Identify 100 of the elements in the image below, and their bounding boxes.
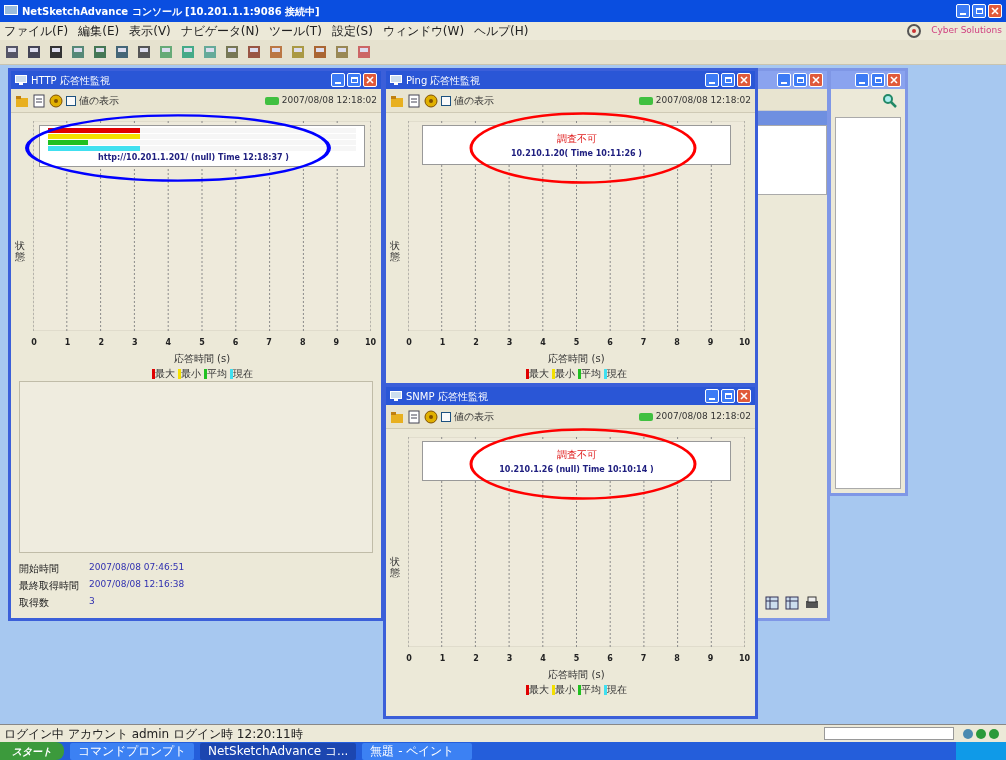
taskbar-item[interactable]: 無題 - ペイント bbox=[362, 742, 473, 760]
legend-caption: 10.210.1.26 (null) Time 10:10:14 ) bbox=[499, 463, 654, 476]
x-tick-label: 3 bbox=[131, 337, 139, 349]
menu-item[interactable]: ナビゲータ(N) bbox=[180, 22, 260, 40]
show-values-checkbox[interactable] bbox=[441, 95, 451, 106]
x-tick-label: 0 bbox=[30, 337, 38, 349]
minimize-button[interactable] bbox=[855, 73, 869, 87]
x-tick-label: 1 bbox=[63, 337, 72, 349]
timestamp: 2007/08/08 12:18:02 bbox=[655, 93, 751, 107]
timestamp: 2007/08/08 12:18:02 bbox=[281, 93, 377, 107]
menu-item[interactable]: ウィンドウ(W) bbox=[382, 22, 465, 40]
legend-caption: http://10.201.1.201/ (null) Time 12:18:37 ) bbox=[97, 152, 290, 164]
y-axis-label: 状態 bbox=[390, 240, 400, 262]
x-tick-label: 3 bbox=[505, 653, 514, 665]
info-value: 2007/08/08 12:16:38 bbox=[89, 578, 186, 591]
close-button[interactable] bbox=[363, 73, 377, 87]
x-tick-label: 5 bbox=[572, 653, 581, 665]
monitor-icon bbox=[390, 75, 402, 85]
grid-icon[interactable] bbox=[765, 596, 779, 610]
gear-icon[interactable] bbox=[424, 409, 438, 424]
window-title: Ping 応答性監視 bbox=[406, 73, 482, 88]
series-label: 最小 bbox=[180, 367, 201, 381]
x-axis-label: 応答時間 (s) bbox=[548, 352, 605, 366]
close-button[interactable] bbox=[809, 73, 823, 87]
app-title: NetSketchAdvance コンソール [10.201.1.1:9086 接続中] bbox=[22, 4, 321, 19]
minimize-button[interactable] bbox=[705, 389, 719, 403]
series-label: 最小 bbox=[555, 367, 575, 381]
x-tick-label: 0 bbox=[405, 653, 413, 665]
x-tick-label: 4 bbox=[164, 337, 173, 349]
document-icon[interactable] bbox=[32, 93, 46, 108]
x-tick-label: 1 bbox=[438, 653, 447, 665]
toolbar-icon[interactable] bbox=[246, 44, 262, 60]
checkbox-label: 値の表示 bbox=[454, 410, 494, 424]
status-text: ログイン中 アカウント admin ログイン時 12:20:11時 bbox=[4, 725, 304, 743]
y-axis-label: 状態 bbox=[390, 556, 400, 578]
series-label: 最大 bbox=[154, 367, 175, 381]
show-values-checkbox[interactable] bbox=[441, 411, 451, 422]
x-tick-label: 6 bbox=[606, 653, 614, 665]
menu-item[interactable]: 設定(S) bbox=[331, 22, 373, 40]
checkbox-label: 値の表示 bbox=[79, 94, 119, 108]
x-tick-label: 5 bbox=[198, 337, 206, 349]
taskbar-item[interactable]: NetSketchAdvance コ... bbox=[200, 742, 357, 760]
gear-icon[interactable] bbox=[49, 93, 63, 108]
show-values-checkbox[interactable] bbox=[66, 95, 76, 106]
toolbar-icon[interactable] bbox=[136, 44, 152, 60]
x-axis-label: 応答時間 (s) bbox=[173, 352, 231, 366]
info-label: 開始時間 bbox=[19, 562, 60, 576]
series-label: 最大 bbox=[529, 683, 549, 697]
search-icon[interactable] bbox=[883, 94, 897, 108]
app-icon bbox=[4, 5, 18, 17]
close-button[interactable] bbox=[887, 73, 901, 87]
minimize-button[interactable] bbox=[705, 73, 719, 87]
minimize-button[interactable] bbox=[956, 4, 970, 18]
x-tick-label: 2 bbox=[97, 337, 105, 349]
status-message: 調査不可 bbox=[556, 131, 597, 146]
maximize-button[interactable] bbox=[347, 73, 361, 87]
document-icon[interactable] bbox=[407, 93, 421, 108]
folder-icon[interactable] bbox=[390, 409, 404, 424]
minimize-button[interactable] bbox=[331, 73, 345, 87]
checkbox-label: 値の表示 bbox=[454, 94, 494, 108]
maximize-button[interactable] bbox=[793, 73, 807, 87]
window-title: SNMP 応答性監視 bbox=[406, 389, 489, 404]
menu-item[interactable]: ツール(T) bbox=[269, 22, 322, 40]
menu-item[interactable]: ファイル(F) bbox=[4, 22, 69, 40]
toolbar-icon[interactable] bbox=[26, 44, 42, 60]
series-label: 最小 bbox=[555, 683, 575, 697]
printer-icon[interactable] bbox=[805, 596, 819, 610]
logo-icon bbox=[907, 24, 922, 38]
series-label: 現在 bbox=[607, 683, 627, 697]
toolbar-icon[interactable] bbox=[114, 44, 130, 60]
menu-item[interactable]: 表示(V) bbox=[129, 22, 171, 40]
maximize-button[interactable] bbox=[972, 4, 986, 18]
close-button[interactable] bbox=[737, 389, 751, 403]
gear-icon[interactable] bbox=[424, 93, 438, 108]
folder-icon[interactable] bbox=[15, 93, 29, 108]
maximize-button[interactable] bbox=[721, 389, 735, 403]
folder-icon[interactable] bbox=[390, 93, 404, 108]
x-tick-label: 3 bbox=[505, 337, 514, 349]
minimize-button[interactable] bbox=[777, 73, 791, 87]
toolbar-icon[interactable] bbox=[4, 44, 20, 60]
info-label: 取得数 bbox=[19, 596, 50, 610]
start-button[interactable]: スタート bbox=[0, 742, 64, 760]
x-axis-label: 応答時間 (s) bbox=[548, 668, 605, 682]
maximize-button[interactable] bbox=[871, 73, 885, 87]
info-label: 最終取得時間 bbox=[19, 579, 80, 593]
menu-item[interactable]: 編集(E) bbox=[78, 22, 120, 40]
grid-icon[interactable] bbox=[785, 596, 799, 610]
maximize-button[interactable] bbox=[721, 73, 735, 87]
x-tick-label: 0 bbox=[405, 337, 413, 349]
x-tick-label: 7 bbox=[639, 337, 648, 349]
status-icon bbox=[638, 411, 653, 422]
menu-item[interactable]: ヘルプ(H) bbox=[474, 22, 529, 40]
document-icon[interactable] bbox=[407, 409, 421, 424]
close-button[interactable] bbox=[737, 73, 751, 87]
x-tick-label: 7 bbox=[639, 653, 648, 665]
taskbar-item[interactable]: コマンドプロンプト bbox=[70, 742, 194, 760]
close-button[interactable] bbox=[988, 4, 1002, 18]
x-tick-label: 2 bbox=[472, 653, 480, 665]
toolbar-icon[interactable] bbox=[48, 44, 64, 60]
info-value: 3 bbox=[89, 595, 96, 608]
